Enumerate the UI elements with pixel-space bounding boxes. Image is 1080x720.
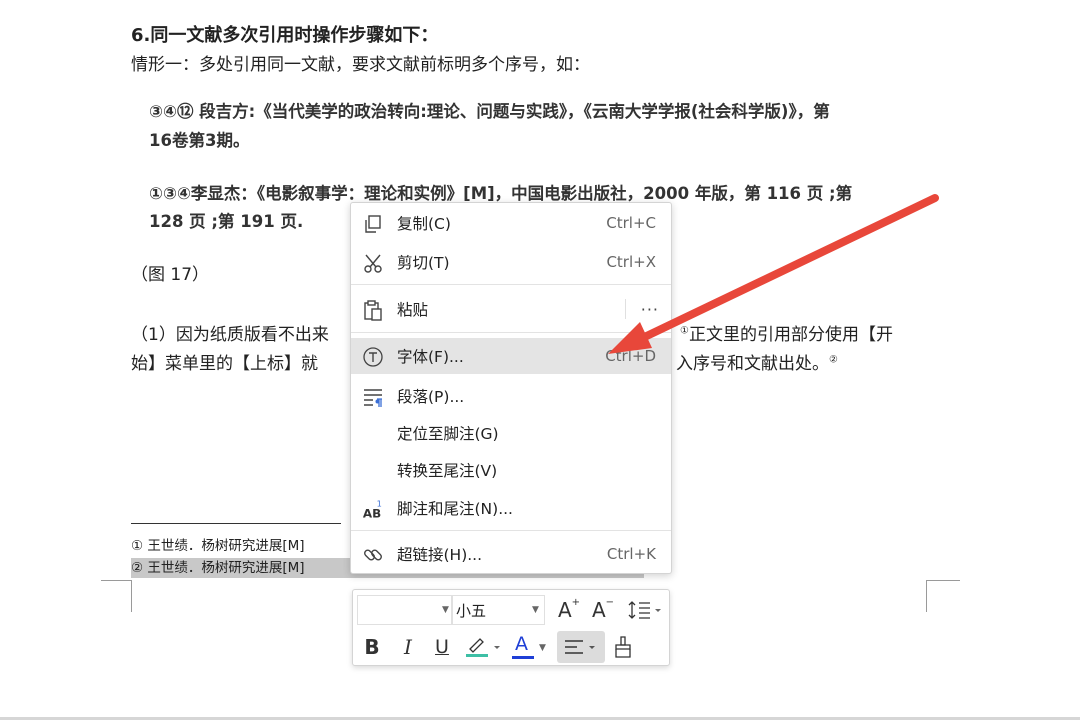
- menu-item-paragraph[interactable]: 段落(P)...: [351, 378, 671, 414]
- paragraph-2-start: 始】菜单里的【上标】就: [131, 354, 318, 374]
- bold-button[interactable]: B: [359, 633, 385, 661]
- menu-separator: [351, 284, 671, 285]
- mini-format-toolbar: ▼ 小五 ▼ A + A − B I U A ▼: [352, 589, 670, 666]
- menu-item-copy[interactable]: 复制(C) Ctrl+C: [351, 205, 671, 241]
- footnote-icon: AB 1: [362, 498, 384, 520]
- font-size-value: 小五: [456, 602, 487, 620]
- copy-icon: [362, 213, 384, 235]
- italic-button[interactable]: I: [395, 633, 421, 661]
- menu-item-label: 复制(C): [397, 215, 451, 233]
- underline-button[interactable]: U: [429, 633, 455, 661]
- bold-glyph: B: [364, 635, 380, 659]
- font-icon: [362, 346, 384, 368]
- grow-font-button[interactable]: A +: [557, 596, 581, 624]
- menu-item-label: 剪切(T): [397, 254, 450, 272]
- page-corner-mark-right-vertical: [926, 580, 927, 612]
- menu-shortcut: Ctrl+C: [606, 214, 656, 232]
- more-options-icon[interactable]: ···: [641, 300, 659, 319]
- menu-divider: [625, 299, 626, 319]
- section-heading: 6.同一文献多次引用时操作步骤如下：: [131, 25, 439, 46]
- paragraph-1-start: （1）因为纸质版看不出来: [131, 325, 329, 345]
- menu-item-label: 转换至尾注(V): [397, 462, 498, 480]
- page-corner-mark-left-vertical: [131, 580, 132, 612]
- font-color-button[interactable]: A ▼: [509, 633, 549, 661]
- font-size-select[interactable]: 小五 ▼: [451, 595, 545, 625]
- highlighter-icon: [466, 638, 500, 657]
- menu-item-label: 脚注和尾注(N)...: [397, 500, 513, 518]
- paragraph-1-end-text: 正文里的引用部分使用【开: [688, 325, 893, 345]
- paste-icon: [362, 299, 384, 321]
- menu-item-label: 字体(F)...: [397, 348, 464, 366]
- menu-separator: [351, 332, 671, 333]
- underline-glyph: U: [435, 636, 449, 658]
- menu-item-go-to-footnote[interactable]: 定位至脚注(G): [351, 415, 671, 451]
- menu-item-font[interactable]: 字体(F)... Ctrl+D: [351, 338, 671, 374]
- grow-font-glyph: A: [557, 598, 572, 622]
- footnote-separator: [131, 523, 341, 524]
- menu-separator: [351, 530, 671, 531]
- paragraph-icon: [362, 386, 384, 408]
- superscript-2: ②: [829, 354, 838, 366]
- link-icon: [362, 544, 384, 566]
- align-button[interactable]: [557, 631, 605, 663]
- menu-item-hyperlink[interactable]: 超链接(H)... Ctrl+K: [351, 536, 671, 572]
- menu-item-label: 粘贴: [397, 301, 429, 319]
- shrink-font-button[interactable]: A −: [591, 596, 615, 624]
- citation-1-line-2: 16卷第3期。: [149, 131, 250, 150]
- svg-text:1: 1: [377, 498, 382, 508]
- paragraph-2-end-text: 入序号和文献出处。: [676, 354, 829, 374]
- menu-shortcut: Ctrl+K: [606, 545, 656, 563]
- font-color-glyph: A: [515, 633, 528, 655]
- menu-item-convert-to-endnote[interactable]: 转换至尾注(V): [351, 452, 671, 488]
- menu-item-label: 定位至脚注(G): [397, 425, 499, 443]
- chevron-down-icon: ▼: [442, 605, 449, 615]
- citation-2-line-2: 128 页 ;第 191 页.: [149, 212, 304, 231]
- format-painter-icon: [615, 636, 631, 658]
- context-menu: 复制(C) Ctrl+C 剪切(T) Ctrl+X 粘贴 ··· 字体(F)..…: [350, 202, 672, 574]
- scissors-icon: [362, 252, 384, 274]
- line-spacing-icon: [628, 601, 661, 619]
- chevron-down-icon: ▼: [539, 643, 546, 653]
- font-name-select[interactable]: ▼: [357, 595, 453, 625]
- page-corner-mark-right: [926, 580, 960, 581]
- format-painter-button[interactable]: [609, 633, 637, 661]
- font-color-swatch: [512, 656, 534, 659]
- minus-icon: −: [605, 596, 615, 608]
- case-one-text: 情形一：多处引用同一文献，要求文献前标明多个序号，如：: [131, 55, 590, 75]
- citation-1-line-1: ③④⑫ 段吉方:《当代美学的政治转向:理论、问题与实践》，《云南大学学报(社会科…: [149, 102, 830, 121]
- footnote-1[interactable]: ① 王世绩．杨树研究进展[M]: [131, 536, 305, 556]
- chevron-down-icon: ▼: [532, 605, 539, 615]
- italic-glyph: I: [404, 635, 412, 659]
- figure-label: （图 17）: [131, 265, 210, 285]
- menu-item-cut[interactable]: 剪切(T) Ctrl+X: [351, 244, 671, 280]
- highlight-button[interactable]: [463, 633, 503, 661]
- svg-text:AB: AB: [363, 506, 381, 520]
- align-left-icon: [565, 640, 595, 654]
- paragraph-1-end: ①正文里的引用部分使用【开: [680, 321, 893, 349]
- menu-item-label: 段落(P)...: [397, 388, 465, 406]
- menu-item-label: 超链接(H)...: [397, 546, 483, 564]
- line-spacing-button[interactable]: [625, 596, 665, 624]
- page-corner-mark-left: [101, 580, 131, 581]
- menu-shortcut: Ctrl+X: [606, 253, 656, 271]
- plus-icon: +: [571, 596, 581, 608]
- menu-item-paste[interactable]: 粘贴 ···: [351, 291, 671, 327]
- shrink-font-glyph: A: [591, 598, 606, 622]
- menu-shortcut: Ctrl+D: [605, 347, 656, 365]
- menu-item-footnote-endnote[interactable]: AB 1 脚注和尾注(N)...: [351, 490, 671, 526]
- paragraph-2-end: 入序号和文献出处。②: [676, 350, 838, 378]
- superscript-1: ①: [680, 325, 689, 337]
